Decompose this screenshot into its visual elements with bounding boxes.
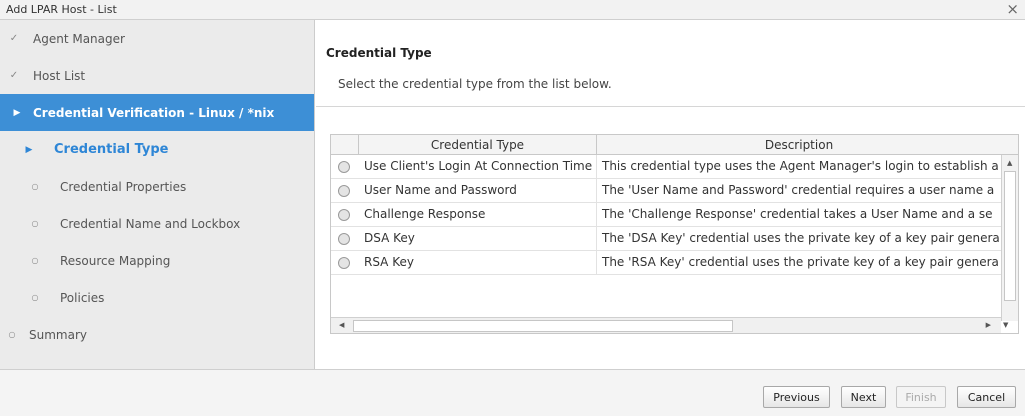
credential-type-cell: User Name and Password [359,179,597,203]
description-cell: The 'User Name and Password' credential … [602,183,995,197]
radio-button[interactable] [338,185,350,197]
scroll-left-icon[interactable]: ◀ [339,321,344,329]
step-credential-type[interactable]: ▶ Credential Type [0,131,314,168]
step-policies[interactable]: ○ Policies [0,279,314,316]
table-row[interactable]: Use Client's Login At Connection Time Th… [331,155,1001,179]
table-row[interactable]: Challenge Response The 'Challenge Respon… [331,203,1001,227]
horizontal-scrollbar[interactable]: ◀ ▶ [331,317,1001,333]
dialog-footer: Previous Next Finish Cancel [0,369,1025,416]
scroll-up-icon[interactable]: ▲ [1007,159,1012,167]
triangle-right-icon: ▶ [13,107,21,118]
triangle-right-icon: ▶ [25,144,33,155]
horizontal-scroll-thumb[interactable] [353,320,733,332]
circle-icon: ○ [31,293,39,302]
radio-button[interactable] [338,209,350,221]
next-button[interactable]: Next [841,386,886,408]
main-panel: Credential Type Select the credential ty… [316,20,1025,369]
step-label: Host List [33,68,86,83]
radio-button[interactable] [338,161,350,173]
step-label: Credential Verification - Linux / *nix [33,105,275,120]
radio-button[interactable] [338,257,350,269]
description-cell: The 'Challenge Response' credential take… [602,207,993,221]
vertical-scroll-thumb[interactable] [1004,171,1016,301]
dialog-title-bar: Add LPAR Host - List × [0,0,1025,20]
column-header-description[interactable]: Description [597,135,1001,155]
step-resource-mapping[interactable]: ○ Resource Mapping [0,242,314,279]
description-cell: This credential type uses the Agent Mana… [602,159,999,173]
finish-button[interactable]: Finish [896,386,946,408]
close-icon[interactable]: × [1006,1,1019,17]
scroll-down-icon[interactable]: ▼ [1003,321,1008,329]
step-label: Credential Properties [60,179,187,194]
step-label: Agent Manager [33,31,125,46]
step-credential-name-lockbox[interactable]: ○ Credential Name and Lockbox [0,205,314,242]
wizard-steps-sidebar: ✓ Agent Manager ✓ Host List ▶ Credential… [0,20,315,369]
dialog-title: Add LPAR Host - List [6,3,117,16]
step-label: Credential Type [54,142,169,157]
radio-column-header [331,135,359,155]
circle-icon: ○ [31,256,39,265]
table-row[interactable]: RSA Key The 'RSA Key' credential uses th… [331,251,1001,275]
radio-button[interactable] [338,233,350,245]
credential-type-cell: RSA Key [359,251,597,275]
step-agent-manager[interactable]: ✓ Agent Manager [0,20,314,57]
credential-type-cell: DSA Key [359,227,597,251]
cancel-button[interactable]: Cancel [957,386,1016,408]
divider [316,106,1025,107]
step-label: Summary [29,327,87,342]
checkmark-icon: ✓ [9,33,19,44]
credential-type-cell: Use Client's Login At Connection Time [359,155,597,179]
step-credential-properties[interactable]: ○ Credential Properties [0,168,314,205]
step-label: Credential Name and Lockbox [60,216,241,231]
table-row[interactable]: User Name and Password The 'User Name an… [331,179,1001,203]
vertical-scrollbar[interactable]: ▲ [1001,155,1018,321]
circle-icon: ○ [8,330,16,339]
step-summary[interactable]: ○ Summary [0,316,314,353]
description-cell: The 'RSA Key' credential uses the privat… [602,255,999,269]
circle-icon: ○ [31,182,39,191]
scroll-right-icon[interactable]: ▶ [986,321,991,329]
step-host-list[interactable]: ✓ Host List [0,57,314,94]
table-header: Credential Type Description [331,135,1018,155]
credential-type-cell: Challenge Response [359,203,597,227]
instructions-text: Select the credential type from the list… [338,77,612,91]
circle-icon: ○ [31,219,39,228]
previous-button[interactable]: Previous [763,386,830,408]
column-header-credential-type[interactable]: Credential Type [359,135,597,155]
credential-type-table: Credential Type Description Use Client's… [330,134,1019,334]
table-row[interactable]: DSA Key The 'DSA Key' credential uses th… [331,227,1001,251]
step-label: Resource Mapping [60,253,171,268]
checkmark-icon: ✓ [9,70,19,81]
step-label: Policies [60,290,105,305]
section-heading: Credential Type [326,46,432,60]
step-credential-verification[interactable]: ▶ Credential Verification - Linux / *nix [0,94,314,131]
description-cell: The 'DSA Key' credential uses the privat… [602,231,1000,245]
